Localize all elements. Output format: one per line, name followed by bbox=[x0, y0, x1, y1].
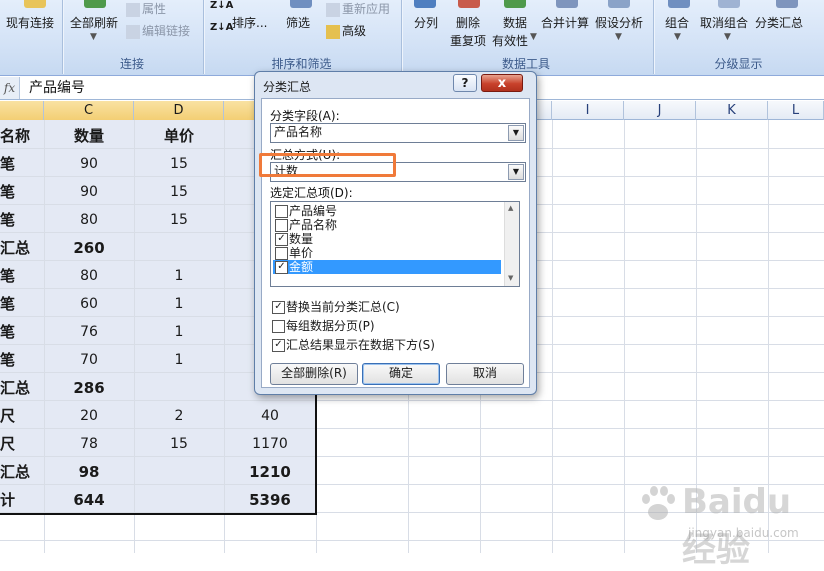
column-header-k[interactable]: K bbox=[696, 101, 768, 120]
properties-icon bbox=[126, 2, 140, 17]
data-validation-label: 有效性 bbox=[492, 34, 529, 48]
checkbox[interactable]: ✓ bbox=[272, 339, 285, 352]
list-item[interactable]: 产品名称 bbox=[273, 218, 501, 232]
what-if-dropdown-icon[interactable]: ▼ bbox=[615, 32, 622, 42]
chevron-down-icon[interactable]: ▼ bbox=[508, 164, 524, 180]
ungroup-icon bbox=[718, 0, 740, 8]
reapply-button[interactable]: 重新应用 bbox=[326, 0, 390, 17]
column-header-b[interactable] bbox=[0, 101, 44, 120]
replace-current-option[interactable]: ✓ 替换当前分类汇总(C) bbox=[270, 299, 400, 315]
watermark: Baidu 经验 jingyan.baidu.com bbox=[636, 478, 816, 570]
close-button[interactable]: x bbox=[481, 74, 523, 92]
sort-button[interactable]: 排序... bbox=[232, 14, 267, 31]
group-title-connections: 连接 bbox=[119, 57, 144, 71]
ok-button[interactable]: 确定 bbox=[362, 363, 440, 385]
edit-links-button[interactable]: 编辑链接 bbox=[126, 22, 190, 39]
formula-input[interactable]: 产品编号 bbox=[29, 77, 85, 99]
subtotal-items-list[interactable]: 产品编号 产品名称 ✓ 数量 单价 ✓ 金额 ▲ ▼ bbox=[270, 201, 520, 287]
link-icon bbox=[126, 24, 140, 39]
text-to-columns-button[interactable]: 分列 bbox=[414, 14, 438, 31]
list-item[interactable]: 产品编号 bbox=[273, 204, 501, 218]
cancel-button[interactable]: 取消 bbox=[446, 363, 524, 385]
what-if-icon bbox=[608, 0, 630, 8]
remove-duplicates-icon bbox=[458, 0, 480, 8]
properties-button[interactable]: 属性 bbox=[126, 0, 166, 17]
chevron-down-icon[interactable]: ▼ bbox=[508, 125, 524, 141]
what-if-button[interactable]: 假设分析 bbox=[595, 14, 643, 31]
group-title-outline: 分级显示 bbox=[714, 57, 763, 71]
add-subtotal-to-label: 选定汇总项(D): bbox=[270, 186, 353, 200]
list-item-selected[interactable]: ✓ 金额 bbox=[273, 260, 501, 274]
consolidate-button[interactable]: 合并计算 bbox=[541, 14, 589, 31]
reapply-icon bbox=[326, 2, 340, 17]
text-to-columns-icon bbox=[414, 0, 436, 8]
dialog-body: 分类字段(A): 产品名称 ▼ 汇总方式(U): 计数 ▼ 选定汇总项(D): … bbox=[261, 98, 530, 388]
data-validation-button[interactable]: 数据 bbox=[503, 14, 527, 31]
list-item[interactable]: ✓ 数量 bbox=[273, 232, 501, 246]
list-item[interactable]: 单价 bbox=[273, 246, 501, 260]
subtotal-dialog: 分类汇总 ? x 分类字段(A): 产品名称 ▼ 汇总方式(U): 计数 ▼ 选… bbox=[254, 71, 537, 395]
scroll-up-icon[interactable]: ▲ bbox=[508, 204, 513, 212]
annotation-highlight-box bbox=[259, 153, 396, 177]
column-header-d[interactable]: D bbox=[134, 101, 224, 120]
existing-connections-button[interactable]: 现有连接 bbox=[6, 14, 54, 31]
checkbox[interactable]: ✓ bbox=[275, 261, 288, 274]
refresh-icon bbox=[84, 0, 106, 8]
column-header-c[interactable]: C bbox=[44, 101, 134, 120]
filter-icon bbox=[290, 0, 312, 8]
remove-duplicates-label: 重复项 bbox=[450, 34, 487, 48]
list-scrollbar[interactable]: ▲ ▼ bbox=[504, 202, 519, 286]
refresh-dropdown-arrow-icon[interactable]: ▼ bbox=[90, 32, 97, 42]
remove-all-button[interactable]: 全部删除(R) bbox=[270, 363, 358, 385]
group-by-value: 产品名称 bbox=[274, 125, 323, 139]
checkbox[interactable] bbox=[275, 247, 288, 260]
checkbox[interactable] bbox=[275, 219, 288, 232]
advanced-filter-icon bbox=[326, 24, 340, 39]
paw-logo-icon bbox=[642, 486, 675, 520]
sort-za-icon[interactable]: Z↓A bbox=[210, 22, 233, 33]
checkbox[interactable] bbox=[272, 320, 285, 333]
remove-duplicates-button[interactable]: 删除 bbox=[456, 14, 480, 31]
column-header-j[interactable]: J bbox=[624, 101, 696, 120]
group-dropdown-icon[interactable]: ▼ bbox=[674, 32, 681, 42]
connections-icon bbox=[24, 0, 46, 8]
data-validation-icon bbox=[504, 0, 526, 8]
ribbon: 现有连接 全部刷新 ▼ 属性 编辑链接 连接 Z↓A Z↓A 排序... 筛选 … bbox=[0, 0, 824, 76]
checkbox[interactable]: ✓ bbox=[272, 301, 285, 314]
filter-button[interactable]: 筛选 bbox=[286, 14, 310, 31]
subtotal-icon bbox=[776, 0, 798, 8]
help-button[interactable]: ? bbox=[453, 74, 477, 92]
refresh-all-button[interactable]: 全部刷新 bbox=[70, 14, 118, 31]
group-button[interactable]: 组合 bbox=[665, 14, 689, 31]
scroll-down-icon[interactable]: ▼ bbox=[508, 274, 513, 282]
group-by-label: 分类字段(A): bbox=[270, 109, 340, 123]
fx-icon[interactable]: fx bbox=[0, 77, 20, 99]
ungroup-dropdown-icon[interactable]: ▼ bbox=[724, 32, 731, 42]
group-by-select[interactable]: 产品名称 ▼ bbox=[270, 123, 526, 143]
advanced-filter-button[interactable]: 高级 bbox=[326, 22, 366, 39]
sort-az-icon[interactable]: Z↓A bbox=[210, 0, 233, 11]
ungroup-button[interactable]: 取消组合 bbox=[700, 14, 748, 31]
consolidate-icon bbox=[556, 0, 578, 8]
checkbox[interactable] bbox=[275, 205, 288, 218]
checkbox[interactable]: ✓ bbox=[275, 233, 288, 246]
column-header-l[interactable]: L bbox=[768, 101, 824, 120]
group-icon bbox=[668, 0, 690, 8]
watermark-url: jingyan.baidu.com bbox=[688, 526, 799, 540]
dialog-title: 分类汇总 bbox=[263, 80, 312, 94]
column-header-i[interactable]: I bbox=[552, 101, 624, 120]
page-break-option[interactable]: 每组数据分页(P) bbox=[270, 318, 375, 334]
data-validation-dropdown-icon[interactable]: ▼ bbox=[530, 32, 537, 42]
summary-below-option[interactable]: ✓ 汇总结果显示在数据下方(S) bbox=[270, 337, 435, 353]
subtotal-button[interactable]: 分类汇总 bbox=[755, 14, 803, 31]
